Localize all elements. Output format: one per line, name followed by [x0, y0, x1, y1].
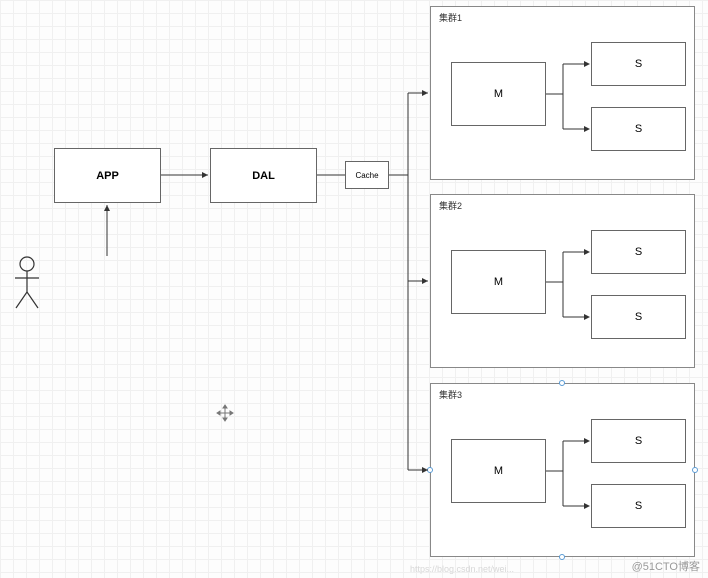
s-label: S: [635, 311, 642, 323]
m-label: M: [494, 465, 503, 477]
resize-handle[interactable]: [692, 467, 698, 473]
s-label: S: [635, 123, 642, 135]
s-label: S: [635, 58, 642, 70]
cluster-2[interactable]: 集群2 M S S: [430, 194, 695, 368]
cluster-2-slave-2[interactable]: S: [591, 295, 686, 339]
resize-handle[interactable]: [427, 467, 433, 473]
dal-label: DAL: [252, 170, 275, 182]
s-label: S: [635, 500, 642, 512]
cache-label: Cache: [355, 171, 378, 180]
cluster-1-label: 集群1: [439, 11, 462, 24]
s-label: S: [635, 246, 642, 258]
cluster-3-master[interactable]: M: [451, 439, 546, 503]
cache-node[interactable]: Cache: [345, 161, 389, 189]
cluster-2-slave-1[interactable]: S: [591, 230, 686, 274]
cluster-3-slave-2[interactable]: S: [591, 484, 686, 528]
m-label: M: [494, 276, 503, 288]
dal-node[interactable]: DAL: [210, 148, 317, 203]
actor-icon: [12, 256, 42, 311]
m-label: M: [494, 88, 503, 100]
faint-watermark: https://blog.csdn.net/wei...: [410, 564, 514, 574]
move-cursor-icon: [216, 404, 234, 422]
resize-handle[interactable]: [559, 554, 565, 560]
app-label: APP: [96, 170, 119, 182]
app-node[interactable]: APP: [54, 148, 161, 203]
cluster-1-slave-1[interactable]: S: [591, 42, 686, 86]
watermark: @51CTO博客: [632, 558, 700, 574]
cluster-1-master[interactable]: M: [451, 62, 546, 126]
cluster-3-slave-1[interactable]: S: [591, 419, 686, 463]
cluster-3[interactable]: 集群3 M S S: [430, 383, 695, 557]
cluster-2-label: 集群2: [439, 199, 462, 212]
cluster-2-master[interactable]: M: [451, 250, 546, 314]
s-label: S: [635, 435, 642, 447]
cluster-1[interactable]: 集群1 M S S: [430, 6, 695, 180]
resize-handle[interactable]: [559, 380, 565, 386]
cluster-1-slave-2[interactable]: S: [591, 107, 686, 151]
cluster-3-label: 集群3: [439, 388, 462, 401]
